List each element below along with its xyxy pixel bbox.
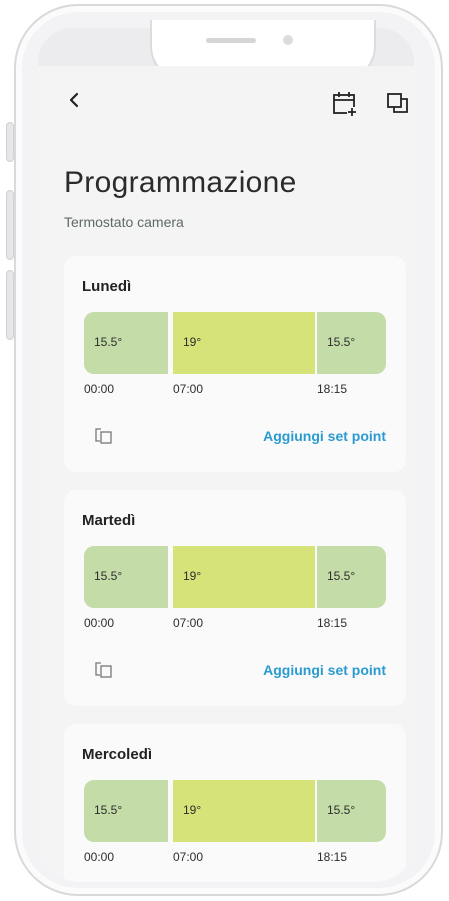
time-label: 18:15 xyxy=(317,382,348,396)
phone-side-button xyxy=(6,122,14,162)
time-label: 07:00 xyxy=(173,382,204,396)
setpoint-segment[interactable]: 15.5° xyxy=(317,546,386,608)
day-card-wednesday: Mercoledì 15.5° 19° 15.5° 00:00 07:00 18… xyxy=(64,724,406,882)
setpoint-value: 15.5° xyxy=(327,335,356,349)
schedule-bar[interactable]: 15.5° 19° 15.5° xyxy=(84,546,386,608)
copy-day-icon[interactable] xyxy=(95,426,113,444)
setpoint-value: 15.5° xyxy=(94,569,123,583)
page-subtitle: Termostato camera xyxy=(64,214,184,230)
time-label: 07:00 xyxy=(173,850,204,864)
day-card-monday: Lunedì 15.5° 19° 15.5° 00:00 07:00 18:15… xyxy=(64,256,406,472)
setpoint-segment[interactable]: 19° xyxy=(173,546,315,608)
setpoint-value: 19° xyxy=(183,569,202,583)
copy-icon[interactable] xyxy=(386,91,410,115)
phone-camera xyxy=(283,35,293,45)
phone-volume-down xyxy=(6,270,14,340)
setpoint-value: 15.5° xyxy=(327,569,356,583)
setpoint-segment[interactable]: 15.5° xyxy=(317,780,386,842)
setpoint-value: 15.5° xyxy=(94,335,123,349)
day-title: Martedì xyxy=(82,512,136,529)
app-screen: Programmazione Termostato camera Lunedì … xyxy=(38,66,416,882)
time-label: 18:15 xyxy=(317,850,348,864)
chevron-left-icon[interactable] xyxy=(64,90,84,110)
setpoint-segment[interactable]: 15.5° xyxy=(317,312,386,374)
setpoint-value: 19° xyxy=(183,335,202,349)
time-label: 00:00 xyxy=(84,616,115,630)
calendar-plus-icon[interactable] xyxy=(332,91,358,117)
setpoint-segment[interactable]: 15.5° xyxy=(84,546,168,608)
setpoint-segment[interactable]: 15.5° xyxy=(84,780,168,842)
setpoint-value: 15.5° xyxy=(94,803,123,817)
setpoint-value: 15.5° xyxy=(327,803,356,817)
page-title: Programmazione xyxy=(64,166,297,199)
schedule-bar[interactable]: 15.5° 19° 15.5° xyxy=(84,312,386,374)
setpoint-segment[interactable]: 19° xyxy=(173,780,315,842)
schedule-bar[interactable]: 15.5° 19° 15.5° xyxy=(84,780,386,842)
day-title: Lunedì xyxy=(82,278,132,295)
setpoint-segment[interactable]: 19° xyxy=(173,312,315,374)
time-label: 18:15 xyxy=(317,616,348,630)
day-title: Mercoledì xyxy=(82,746,153,763)
phone-speaker xyxy=(206,38,256,43)
add-setpoint-link[interactable]: Aggiungi set point xyxy=(263,428,386,444)
copy-day-icon[interactable] xyxy=(95,660,113,678)
phone-volume-up xyxy=(6,190,14,260)
time-label: 07:00 xyxy=(173,616,204,630)
time-label: 00:00 xyxy=(84,382,115,396)
setpoint-segment[interactable]: 15.5° xyxy=(84,312,168,374)
setpoint-value: 19° xyxy=(183,803,202,817)
day-card-tuesday: Martedì 15.5° 19° 15.5° 00:00 07:00 18:1… xyxy=(64,490,406,706)
add-setpoint-link[interactable]: Aggiungi set point xyxy=(263,662,386,678)
time-label: 00:00 xyxy=(84,850,115,864)
